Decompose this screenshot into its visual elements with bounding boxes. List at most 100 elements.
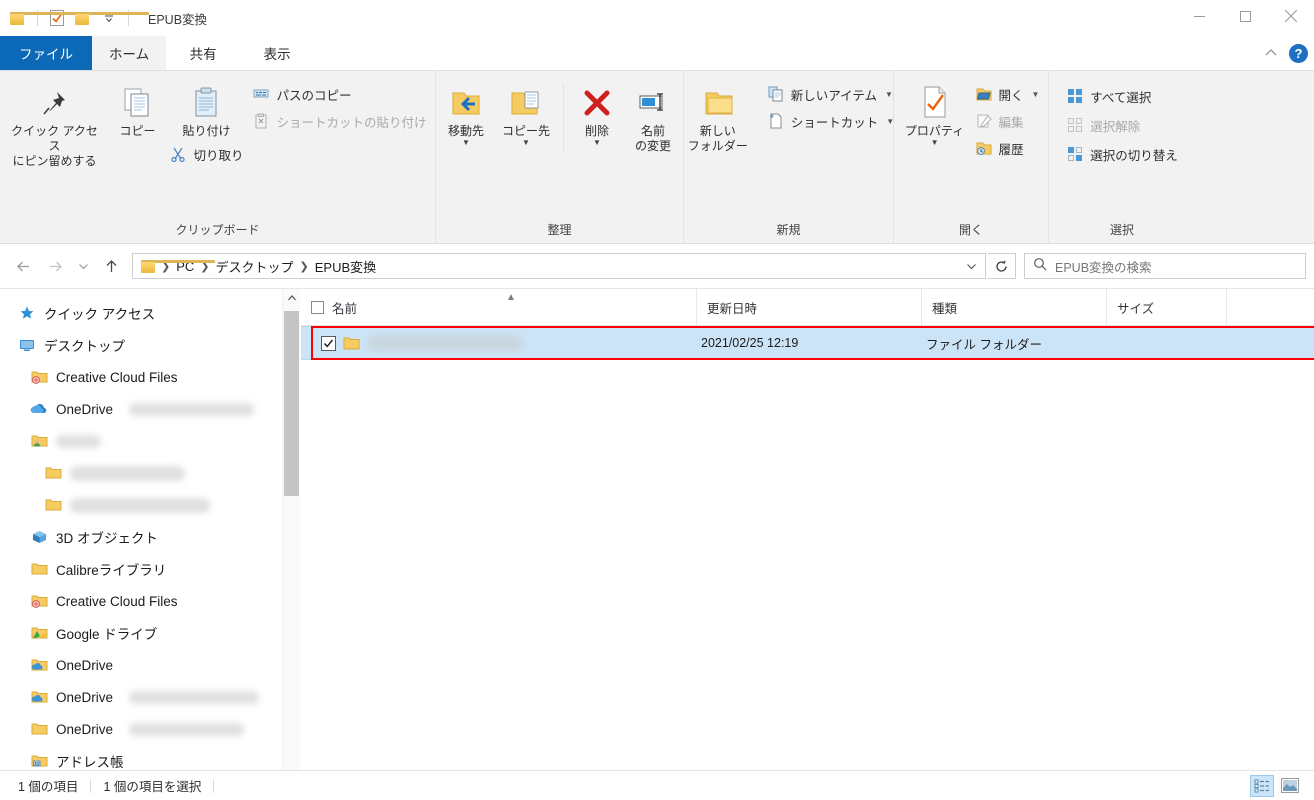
copy-path-button[interactable]: パスのコピー <box>248 83 430 105</box>
sidebar-label: 3D オブジェクト <box>56 531 159 546</box>
chevron-down-icon-3[interactable]: ▼ <box>593 139 601 147</box>
delete-button[interactable]: 削除 ▼ <box>570 79 624 147</box>
chevron-down-icon-2[interactable]: ▼ <box>522 139 530 147</box>
sidebar-item-user-folder[interactable] <box>0 425 300 457</box>
sidebar-item-onedrive-1[interactable]: OneDrive <box>0 649 300 681</box>
chevron-up-icon[interactable] <box>1263 45 1279 61</box>
scroll-up-icon[interactable] <box>283 289 300 306</box>
file-explorer-window: EPUB変換 ファイル ホーム 共有 表示 ? クイック アクセス にピン留めす… <box>0 0 1314 800</box>
edit-button[interactable]: 編集 <box>971 110 1044 132</box>
navigation-scrollbar[interactable] <box>282 289 300 794</box>
select-all-button[interactable]: すべて選択 <box>1062 85 1182 107</box>
chevron-down-icon-4[interactable]: ▼ <box>885 90 893 99</box>
column-header-name[interactable]: 名前 ▲ <box>301 289 696 325</box>
address-dropdown-icon[interactable] <box>959 260 983 273</box>
cut-button[interactable]: 切り取り <box>165 143 247 165</box>
properties-label: プロパティ <box>904 124 965 138</box>
sidebar-item-redacted-1[interactable] <box>0 457 300 489</box>
refresh-button[interactable] <box>988 253 1016 279</box>
sidebar-item-google-drive[interactable]: Google ドライブ <box>0 617 300 649</box>
pin-to-quick-access-button[interactable]: クイック アクセス にピン留めする <box>4 79 104 169</box>
maximize-button[interactable] <box>1222 0 1268 32</box>
back-button[interactable] <box>8 251 38 281</box>
column-header-type[interactable]: 種類 <box>921 289 1106 325</box>
pin-to-quick-access-label: クイック アクセス にピン留めする <box>11 124 98 168</box>
tab-home[interactable]: ホーム <box>92 36 167 70</box>
breadcrumb-desktop[interactable]: デスクトップ <box>211 257 299 276</box>
minimize-button[interactable] <box>1176 0 1222 32</box>
breadcrumb-current[interactable]: EPUB変換 <box>310 257 381 276</box>
table-row[interactable]: 2021/02/25 12:19 ファイル フォルダー <box>301 326 1314 360</box>
new-small-commands: 新しいアイテム ▼ ショートカット ▼ <box>763 79 898 132</box>
forward-button[interactable] <box>40 251 70 281</box>
scrollbar-thumb[interactable] <box>284 311 299 496</box>
status-item-count: 1 個の項目 <box>18 780 79 794</box>
breadcrumb-separator-2[interactable]: ❯ <box>299 260 310 273</box>
chevron-down-icon[interactable]: ▼ <box>462 139 470 147</box>
new-item-icon <box>767 85 785 103</box>
help-button[interactable]: ? <box>1289 43 1308 63</box>
paste-icon <box>189 83 223 119</box>
sidebar-item-onedrive-personal[interactable]: OneDrive <box>0 393 300 425</box>
details-view-button[interactable] <box>1250 774 1274 797</box>
sidebar-label: OneDrive <box>56 689 114 705</box>
invert-selection-button[interactable]: 選択の切り替え <box>1062 143 1182 165</box>
sidebar-item-creative-cloud-files-2[interactable]: Creative Cloud Files <box>0 585 300 617</box>
sidebar-label: Calibreライブラリ <box>56 563 167 578</box>
move-to-icon <box>449 83 483 119</box>
delete-icon <box>581 83 613 119</box>
new-folder-button[interactable]: 新しい フォルダー <box>679 79 757 154</box>
copy-to-icon <box>509 83 543 119</box>
folder-icon <box>139 259 215 273</box>
copy-button[interactable]: コピー <box>104 79 170 139</box>
new-folder-label: 新しい フォルダー <box>687 124 748 153</box>
sidebar-item-desktop[interactable]: デスクトップ <box>0 329 300 361</box>
row-checkbox[interactable] <box>321 335 336 351</box>
cut-label: 切り取り <box>193 148 244 163</box>
new-item-button[interactable]: 新しいアイテム ▼ <box>763 83 898 105</box>
paste-shortcut-button[interactable]: ショートカットの貼り付け <box>248 110 430 132</box>
sidebar-item-calibre-library[interactable]: Calibreライブラリ <box>0 553 300 585</box>
open-button[interactable]: 開く ▼ <box>971 83 1044 105</box>
breadcrumb-bar[interactable]: ❯ PC ❯ デスクトップ ❯ EPUB変換 <box>132 253 986 279</box>
sidebar-item-onedrive-3[interactable]: OneDrive <box>0 713 300 745</box>
up-button[interactable] <box>96 251 126 281</box>
redacted-text <box>56 434 101 448</box>
chevron-down-icon-7[interactable]: ▼ <box>1032 90 1040 99</box>
sidebar-label: Creative Cloud Files <box>56 369 178 385</box>
redacted-text <box>129 690 260 704</box>
sidebar-item-creative-cloud-files[interactable]: Creative Cloud Files <box>0 361 300 393</box>
large-icons-view-button[interactable] <box>1278 775 1302 797</box>
user-folder-icon <box>30 432 48 450</box>
sidebar-item-redacted-2[interactable] <box>0 489 300 521</box>
quick-access-toolbar: EPUB変換 <box>0 0 207 36</box>
history-button[interactable]: 履歴 <box>971 137 1044 159</box>
tab-share[interactable]: 共有 <box>166 36 240 70</box>
select-none-button[interactable]: 選択解除 <box>1062 114 1182 136</box>
folder-icon <box>30 720 48 738</box>
tab-file[interactable]: ファイル <box>0 36 92 70</box>
new-folder-icon[interactable] <box>73 8 149 28</box>
sidebar-item-quick-access[interactable]: クイック アクセス <box>0 297 300 329</box>
sidebar-item-3d-objects[interactable]: 3D オブジェクト <box>0 521 300 553</box>
ribbon-tabs: ファイル ホーム 共有 表示 ? <box>0 36 1314 71</box>
search-box[interactable]: EPUB変換の検索 <box>1024 253 1306 279</box>
paste-button[interactable]: 貼り付け 切り取り <box>170 79 244 165</box>
shortcut-button[interactable]: ショートカット ▼ <box>763 110 898 132</box>
search-placeholder: EPUB変換の検索 <box>1055 260 1152 275</box>
column-header-date[interactable]: 更新日時 <box>696 289 921 325</box>
select-all-checkbox[interactable] <box>311 300 324 314</box>
move-to-button[interactable]: 移動先 ▼ <box>437 79 495 147</box>
tab-view[interactable]: 表示 <box>240 36 314 70</box>
close-button[interactable] <box>1268 0 1314 32</box>
chevron-down-icon-6[interactable]: ▼ <box>931 139 939 147</box>
sidebar-item-onedrive-2[interactable]: OneDrive <box>0 681 300 713</box>
column-header-size[interactable]: サイズ <box>1106 289 1226 325</box>
cell-date-modified: 2021/02/25 12:19 <box>701 336 799 350</box>
delete-label: 削除 <box>584 124 609 138</box>
open-small-commands: 開く ▼ 編集 履歴 <box>971 79 1044 159</box>
copy-to-button[interactable]: コピー先 ▼ <box>495 79 557 147</box>
properties-button[interactable]: プロパティ ▼ <box>899 79 971 147</box>
rename-button[interactable]: 名前 の変更 <box>624 79 682 154</box>
recent-locations-button[interactable] <box>72 251 94 281</box>
